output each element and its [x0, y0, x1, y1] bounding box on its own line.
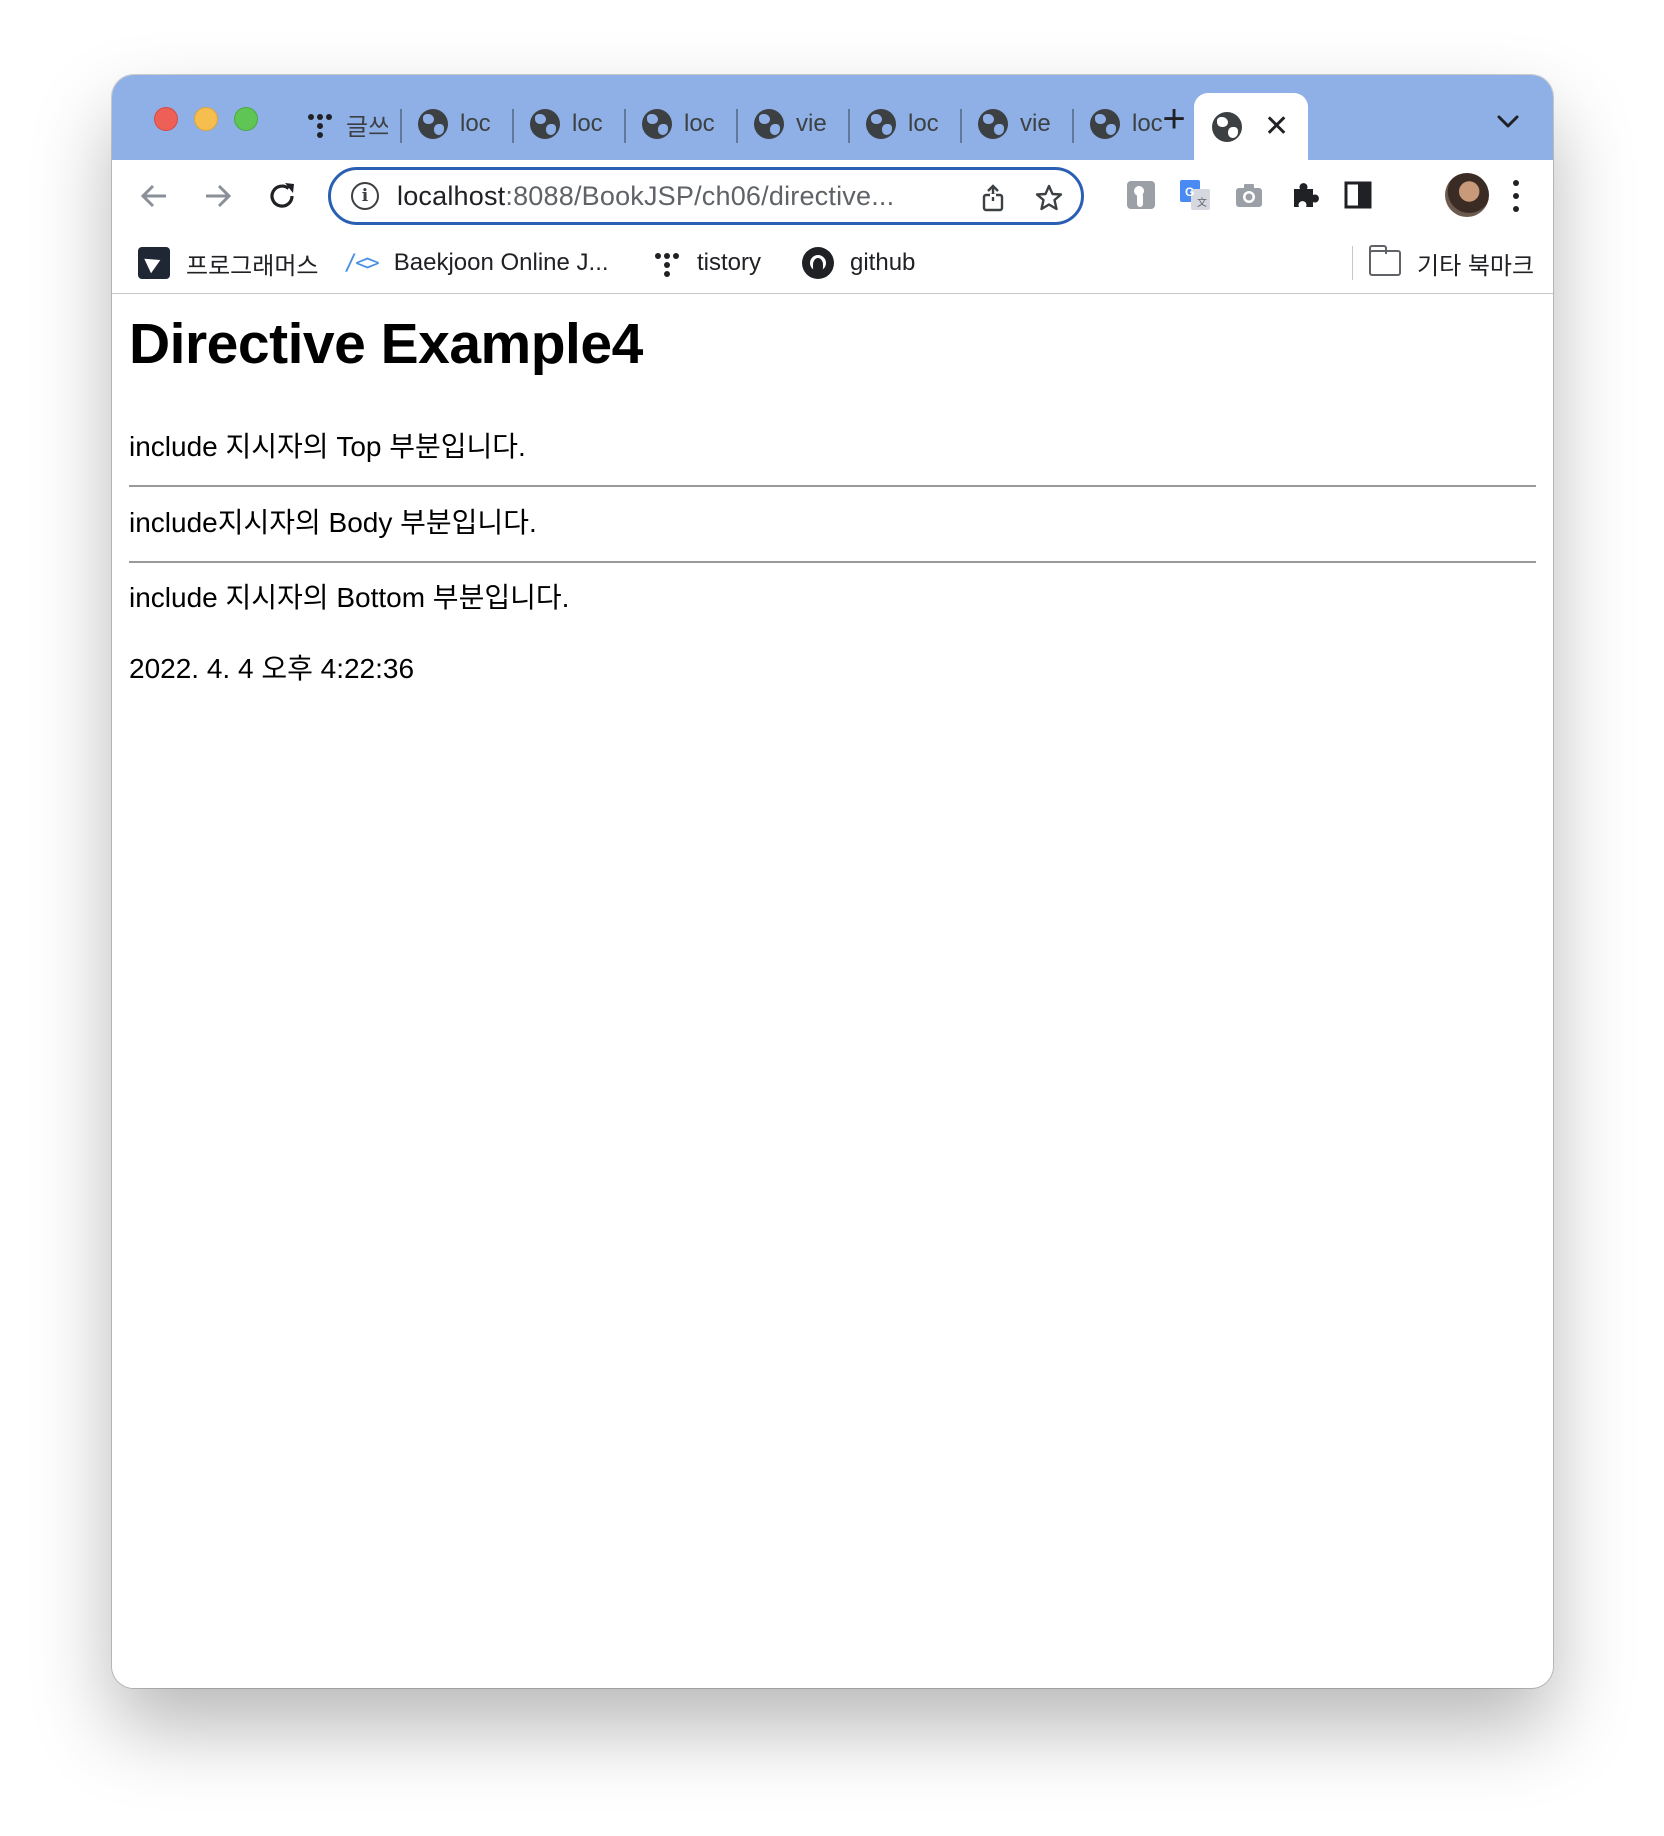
other-bookmarks-folder[interactable]: 기타 북마크 [1369, 244, 1534, 282]
globe-icon [1212, 111, 1242, 142]
tab-strip: 글쓰 loc loc loc vie loc vie loc ✕ + [112, 75, 1553, 160]
bookmark-label: tistory [697, 249, 762, 276]
svg-text:文: 文 [1197, 196, 1207, 209]
share-icon[interactable] [979, 184, 1007, 212]
bookmark-programmers[interactable]: 프로그래머스 [138, 244, 318, 282]
tab-localhost-2[interactable]: loc [514, 95, 626, 153]
browser-toolbar: i localhost:8088/BookJSP/ch06/directive.… [112, 160, 1553, 232]
forward-button[interactable] [198, 176, 238, 216]
tistory-dots-icon [653, 249, 681, 277]
page-content: Directive Example4 include 지시자의 Top 부분입니… [112, 295, 1553, 1688]
chevron-down-icon[interactable] [1492, 105, 1524, 137]
tab-localhost-1[interactable]: loc [402, 95, 514, 153]
boj-icon: /<> [344, 250, 380, 276]
zoom-window-button[interactable] [234, 107, 258, 131]
close-tab-icon[interactable]: ✕ [1264, 111, 1289, 142]
svg-text:G: G [1185, 185, 1194, 199]
tab-view-2[interactable]: vie [962, 95, 1074, 153]
body-include-text: include지시자의 Body 부분입니다. [129, 507, 537, 538]
camera-icon[interactable] [1229, 175, 1269, 215]
bookmark-label: github [850, 249, 916, 276]
tab-localhost-4[interactable]: loc [850, 95, 962, 153]
bookmark-star-icon[interactable] [1035, 184, 1063, 212]
globe-icon [1090, 109, 1120, 139]
extensions-puzzle-icon[interactable] [1284, 175, 1324, 215]
bookmarks-divider [1352, 246, 1353, 280]
tab-localhost-3[interactable]: loc [626, 95, 738, 153]
bottom-include-text: include 지시자의 Bottom 부분입니다. [129, 582, 570, 613]
arrow-right-icon [206, 184, 232, 208]
globe-icon [754, 109, 784, 139]
globe-icon [978, 109, 1008, 139]
bookmark-github[interactable]: github [802, 244, 915, 282]
tab-tistory-write[interactable]: 글쓰 [290, 95, 402, 153]
other-bookmarks-label: 기타 북마크 [1417, 252, 1535, 280]
close-window-button[interactable] [154, 107, 178, 131]
tab-label: vie [796, 110, 827, 137]
top-include-text: include 지시자의 Top 부분입니다. [129, 431, 526, 462]
tab-label: 글쓰 [346, 113, 388, 141]
touch-extension-icon[interactable] [1121, 175, 1161, 215]
divider-top [129, 485, 1536, 487]
menu-kebab-icon[interactable] [1510, 178, 1522, 214]
bookmarks-bar: 프로그래머스 /<> Baekjoon Online J... tistory … [112, 232, 1553, 294]
arrow-left-icon [140, 184, 166, 208]
google-translate-icon[interactable]: G文 [1175, 175, 1215, 215]
bookmark-baekjoon[interactable]: /<> Baekjoon Online J... [344, 244, 609, 282]
timestamp-text: 2022. 4. 4 오후 4:22:36 [129, 653, 415, 684]
github-icon [802, 247, 834, 279]
tab-label: vie [1020, 110, 1051, 137]
tab-label: loc [572, 110, 603, 137]
profile-avatar[interactable] [1445, 173, 1489, 217]
globe-icon [418, 109, 448, 139]
info-icon[interactable]: i [351, 182, 379, 210]
bookmark-tistory[interactable]: tistory [653, 244, 761, 282]
page-heading: Directive Example4 [129, 312, 643, 376]
reload-button[interactable] [262, 176, 302, 216]
divider-bottom [129, 561, 1536, 563]
tab-view-1[interactable]: vie [738, 95, 850, 153]
tab-active[interactable]: ✕ [1194, 93, 1308, 160]
reload-icon [270, 183, 294, 208]
back-button[interactable] [134, 176, 174, 216]
tab-label: loc [460, 110, 491, 137]
url-text[interactable]: localhost:8088/BookJSP/ch06/directive... [397, 181, 957, 212]
new-tab-button[interactable]: + [1154, 99, 1194, 139]
bookmark-label: 프로그래머스 [186, 252, 319, 280]
programmers-icon [138, 247, 170, 279]
globe-icon [866, 109, 896, 139]
globe-icon [530, 109, 560, 139]
globe-icon [642, 109, 672, 139]
tab-label: loc [684, 110, 715, 137]
side-panel-icon[interactable] [1338, 175, 1378, 215]
tab-label: loc [908, 110, 939, 137]
minimize-window-button[interactable] [194, 107, 218, 131]
browser-window: 글쓰 loc loc loc vie loc vie loc ✕ + i loc… [112, 75, 1553, 1688]
folder-icon [1369, 245, 1401, 276]
address-bar[interactable]: i localhost:8088/BookJSP/ch06/directive.… [328, 167, 1084, 225]
bookmark-label: Baekjoon Online J... [393, 249, 609, 276]
tistory-dots-icon [306, 110, 334, 138]
